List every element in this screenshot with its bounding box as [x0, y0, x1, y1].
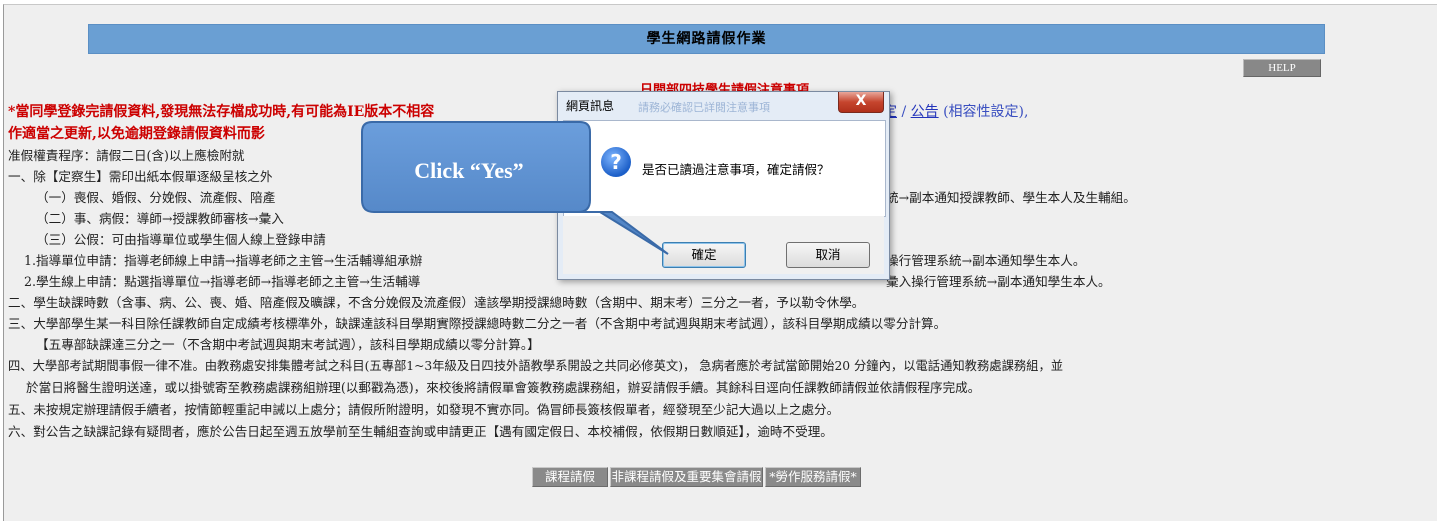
rule-6: 六、對公告之缺課記錄有疑問者，應於公告日起至週五放學前至生輔組查詢或申請更正【遇…: [8, 424, 833, 439]
page-title: 學生網路請假作業: [88, 24, 1325, 54]
rule-4: 四、大學部考試期間事假一律不准。由教務處安排集體考試之科目(五專部1~3年級及日…: [8, 359, 1064, 373]
compat-warning-line1: *當同學登錄完請假資料,發現無法存檔成功時,有可能為IE版本不相容: [8, 104, 435, 120]
announcement-link[interactable]: 公告: [911, 104, 939, 120]
rule-1-1: （一）喪假、婚假、分娩假、流產假、陪產: [36, 190, 276, 205]
question-icon: ?: [601, 147, 631, 177]
rule-1-1-tail: 統→副本通知授課教師、學生本人及生輔組。: [886, 190, 1136, 205]
rule-1-3-1-tail: 操行管理系統→副本通知學生本人。: [886, 253, 1086, 268]
labor-service-leave-button[interactable]: *勞作服務請假*: [765, 467, 861, 487]
close-icon[interactable]: X: [838, 92, 884, 113]
dialog-ghost-text: 請務必確認已詳閱注意事項: [638, 101, 770, 114]
course-leave-button[interactable]: 課程請假: [532, 467, 608, 487]
rule-4-cont: 於當日將醫生證明送達，或以掛號寄至教務處課務組辦理(以郵戳為憑)，來校後將請假單…: [26, 380, 981, 395]
callout-text: Click “Yes”: [414, 158, 524, 183]
rule-5: 五、未按規定辦理請假手續者，按情節輕重記申誡以上處分；請假所附證明，如發現不實亦…: [8, 402, 840, 417]
help-button[interactable]: HELP: [1243, 59, 1321, 77]
rule-2: 二、學生缺課時數（含事、病、公、喪、婚、陪產假及曠課，不含分娩假及流產假）達該學…: [8, 295, 865, 310]
compat-warning-line2: 作適當之更新,以免逾期登錄請假資料而影: [8, 126, 265, 142]
noncourse-leave-button[interactable]: 非課程請假及重要集會請假: [610, 467, 763, 487]
rule-1-3: （三）公假：可由指導單位或學生個人線上登錄申請: [36, 232, 326, 247]
ok-button[interactable]: 確定: [662, 242, 746, 268]
compat-setting-note: (相容性設定),: [938, 104, 1029, 120]
compat-links: 定 / 公告 (相容性設定),: [883, 101, 1028, 121]
dialog-titlebar[interactable]: 網頁訊息 請務必確認已詳閱注意事項 X: [558, 92, 889, 120]
dialog-message: 是否已讀過注意事項，確定請假？: [642, 162, 830, 177]
rule-1-3-2-tail: 彙入操行管理系統→副本通知學生本人。: [886, 274, 1111, 289]
rule-1-3-2: 2.學生線上申請：點選指導單位→指導老師→指導老師之主管→生活輔導: [24, 274, 421, 289]
rule-1: 一、除【定察生】需印出紙本假單逐級呈核之外: [8, 169, 273, 184]
rule-1-2: （二）事、病假：導師→授課教師審核→彙入: [36, 211, 284, 226]
link-separator: /: [897, 104, 911, 120]
cancel-button[interactable]: 取消: [786, 242, 870, 268]
rule-1-3-1: 1.指導單位申請：指導老師線上申請→指導老師之主管→生活輔導組承辦: [24, 253, 423, 268]
dialog-title: 網頁訊息: [566, 99, 615, 113]
rule-procedure: 准假權責程序：請假二日(含)以上應檢附就: [8, 148, 245, 163]
rule-3: 三、大學部學生某一科目除任課教師自定成績考核標準外，缺課達該科目學期實際授課總時…: [8, 316, 947, 331]
rule-3-note: 【五專部缺課達三分之一（不含期中考試週與期末考試週），該科目學期成績以零分計算。…: [36, 337, 540, 352]
